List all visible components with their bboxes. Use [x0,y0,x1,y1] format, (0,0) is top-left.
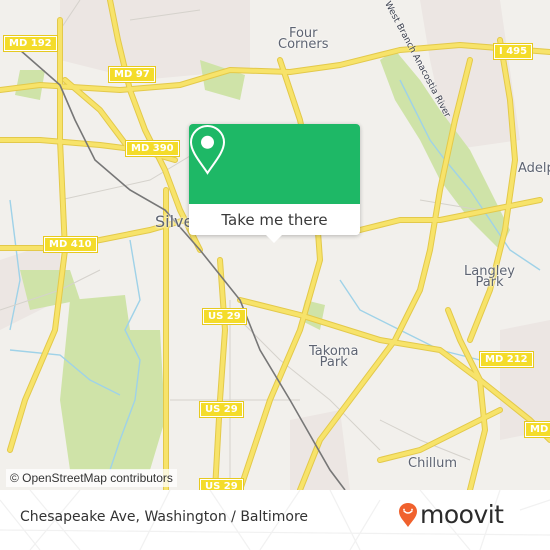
location-pin-icon [189,124,226,175]
road-shield-us-29: US 29 [199,478,244,490]
take-me-there-button[interactable]: Take me there [189,204,360,235]
popup-pointer [265,234,283,243]
residential-area [290,410,350,490]
road-shield-i-495: I 495 [492,43,534,60]
footer-bar: Chesapeake Ave, Washington / Baltimore m… [0,490,550,550]
minor-road [59,149,201,201]
road-shield-us-29: US 29 [202,308,247,325]
moovit-pin-icon [399,502,417,527]
place-label-line: Corners [278,37,329,52]
place-label-four-corners: Four Corners [278,27,329,52]
place-label-langley-park: Langley Park [464,265,515,289]
location-popup[interactable]: Take me there [189,124,360,243]
place-label-chillum: Chillum [408,456,458,471]
moovit-logo[interactable]: moovit [398,500,504,529]
road-shield-md-212: MD 212 [479,351,534,368]
road-shield-us-29: US 29 [199,401,244,418]
popup-header [189,124,360,204]
road-shield-md-97: MD 97 [108,66,156,83]
location-address: Chesapeake Ave, Washington / Baltimore [20,509,309,525]
park-rock-creek [60,295,165,470]
map-view[interactable]: MD 192 MD 97 MD 390 MD 410 I 495 US 29 U… [0,0,550,490]
osm-attribution-link[interactable]: © OpenStreetMap contributors [6,469,177,487]
road-shield-md-390: MD 390 [125,140,180,157]
place-label-adelphi: Adelphi [518,161,550,176]
road-shield-md-4: MD 4 [524,421,550,438]
place-label-takoma-park: Takoma Park [309,345,358,369]
road-shield-md-192: MD 192 [3,35,58,52]
moovit-wordmark: moovit [420,500,504,529]
road-shield-md-410: MD 410 [43,236,98,253]
